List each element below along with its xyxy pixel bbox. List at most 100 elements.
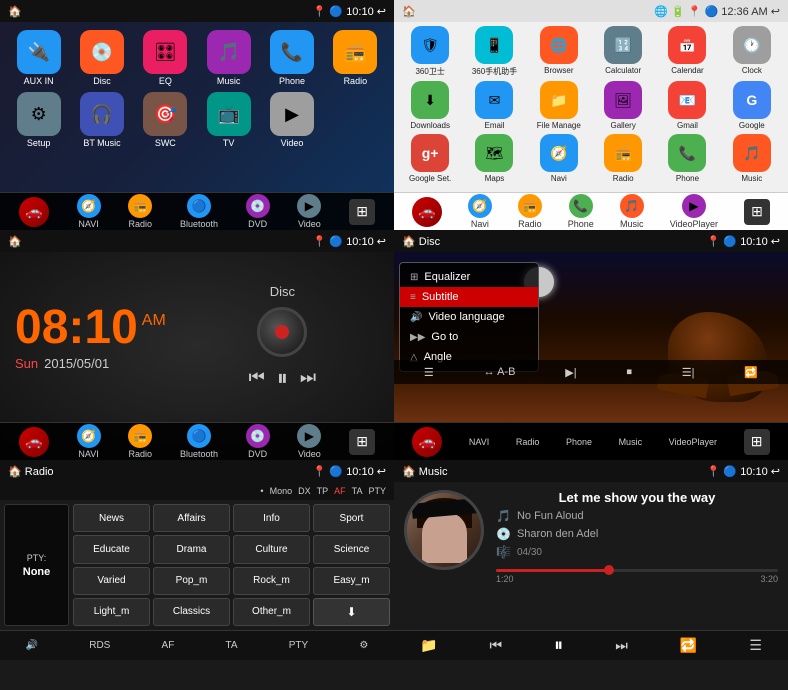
genre-easy-m[interactable]: Easy_m <box>313 567 390 595</box>
nav-phone-p2[interactable]: 📞 Phone <box>568 194 594 229</box>
dvd-repeat-button[interactable]: 🔁 <box>744 366 758 379</box>
genre-drama[interactable]: Drama <box>153 535 230 563</box>
progress-dot[interactable] <box>604 565 614 575</box>
app-bt-music[interactable]: 🎧BT Music <box>73 92 130 148</box>
dvd-repeat-ab[interactable]: ↔ A-B <box>484 366 516 378</box>
genre-sport[interactable]: Sport <box>313 504 390 532</box>
app-swc[interactable]: 🎯SWC <box>137 92 194 148</box>
nav-video-p3[interactable]: ▶ Video <box>297 424 321 459</box>
nav-navi-p1[interactable]: 🧭 NAVI <box>77 194 101 229</box>
next-button[interactable]: ⏭ <box>300 367 316 388</box>
app-phone[interactable]: 📞Phone <box>263 30 320 86</box>
dvd-next-chapter[interactable]: ▶| <box>565 366 576 379</box>
dvd-list-button[interactable]: ☰| <box>682 366 695 379</box>
language-icon: 🔊 <box>410 312 422 323</box>
app-gmail[interactable]: 📧Gmail <box>657 81 717 130</box>
nav-navi-p3[interactable]: 🧭 NAVI <box>77 424 101 459</box>
app-music-p2[interactable]: 🎵Music <box>722 134 782 183</box>
app-disc[interactable]: 💿Disc <box>73 30 130 86</box>
time-p3: 10:10 <box>346 236 374 248</box>
car-button-p3[interactable]: 🚗 <box>19 427 49 457</box>
music-prev-button[interactable]: ⏮ <box>490 637 503 654</box>
nav-videoplayer-p2[interactable]: ▶ VideoPlayer <box>670 194 718 229</box>
nav-music-p2[interactable]: 🎵 Music <box>620 194 644 229</box>
nav-navi-p2[interactable]: 🧭 Navi <box>468 194 492 229</box>
app-eq[interactable]: 🎛EQ <box>137 30 194 86</box>
genre-classics[interactable]: Classics <box>153 598 230 626</box>
app-clock[interactable]: 🕐Clock <box>722 26 782 77</box>
grid-button-p1[interactable]: ⊞ <box>349 199 375 225</box>
app-video[interactable]: ▶Video <box>263 92 320 148</box>
genre-rock-m[interactable]: Rock_m <box>233 567 310 595</box>
grid-button-p3[interactable]: ⊞ <box>349 429 375 455</box>
dvd-menu-button[interactable]: ☰ <box>424 366 434 379</box>
home-icon-p4: 🏠 Disc <box>402 235 440 248</box>
app-radio-p2[interactable]: 📻Radio <box>593 134 653 183</box>
genre-other-m[interactable]: Other_m <box>233 598 310 626</box>
dvd-stop-button[interactable]: ⏹ <box>626 366 632 379</box>
menu-subtitle[interactable]: ≡ Subtitle <box>400 287 538 307</box>
app-music[interactable]: 🎵Music <box>200 30 257 86</box>
vol-icon[interactable]: 🔊 <box>26 640 38 651</box>
app-navi[interactable]: 🧭Navi <box>529 134 589 183</box>
pty-button[interactable]: PTY <box>289 640 308 651</box>
progress-bar[interactable]: 1:20 3:20 <box>496 569 778 584</box>
nav-bluetooth-p1[interactable]: 🔵 Bluetooth <box>180 194 218 229</box>
app-maps[interactable]: 🗺Maps <box>464 134 524 183</box>
nav-dvd-p1[interactable]: 💿 DVD <box>246 194 270 229</box>
app-calculator[interactable]: 🔢Calculator <box>593 26 653 77</box>
music-play-button[interactable]: ⏸ <box>554 635 563 656</box>
ta-button[interactable]: TA <box>226 640 238 651</box>
app-file-manage[interactable]: 📁File Manage <box>529 81 589 130</box>
app-email[interactable]: ✉Email <box>464 81 524 130</box>
music-list-button[interactable]: ☰ <box>749 637 762 654</box>
app-google[interactable]: GGoogle <box>722 81 782 130</box>
video-background: ⊞ Equalizer ≡ Subtitle 🔊 Video language … <box>394 252 788 422</box>
menu-equalizer[interactable]: ⊞ Equalizer <box>400 267 538 287</box>
music-folder-button[interactable]: 📁 <box>420 637 437 654</box>
nav-radio-p1[interactable]: 📻 Radio <box>128 194 152 229</box>
music-repeat-button[interactable]: 🔁 <box>680 637 697 654</box>
app-google-settings[interactable]: g+Google Set. <box>400 134 460 183</box>
genre-varied[interactable]: Varied <box>73 567 150 595</box>
music-next-button[interactable]: ⏭ <box>615 637 628 654</box>
grid-button-p2[interactable]: ⊞ <box>744 199 770 225</box>
car-button-p2[interactable]: 🚗 <box>412 197 442 227</box>
rds-button[interactable]: RDS <box>89 640 110 651</box>
album-name: Sharon den Adel <box>517 528 598 540</box>
app-aux[interactable]: 🔌AUX IN <box>10 30 67 86</box>
genre-affairs[interactable]: Affairs <box>153 504 230 532</box>
af-button[interactable]: AF <box>162 640 175 651</box>
nav-radio-p3[interactable]: 📻 Radio <box>128 424 152 459</box>
menu-goto[interactable]: ▶▶ Go to <box>400 327 538 347</box>
app-downloads[interactable]: ⬇Downloads <box>400 81 460 130</box>
genre-pop-m[interactable]: Pop_m <box>153 567 230 595</box>
nav-radio-p2[interactable]: 📻 Radio <box>518 194 542 229</box>
menu-video-language[interactable]: 🔊 Video language <box>400 307 538 327</box>
app-tv[interactable]: 📺TV <box>200 92 257 148</box>
genre-educate[interactable]: Educate <box>73 535 150 563</box>
app-360-helper[interactable]: 📱360手机助手 <box>464 26 524 77</box>
nav-video-p1[interactable]: ▶ Video <box>297 194 321 229</box>
genre-info[interactable]: Info <box>233 504 310 532</box>
grid-button-p4[interactable]: ⊞ <box>744 429 770 455</box>
car-button-p1[interactable]: 🚗 <box>19 197 49 227</box>
genre-science[interactable]: Science <box>313 535 390 563</box>
app-setup[interactable]: ⚙Setup <box>10 92 67 148</box>
car-button-p4[interactable]: 🚗 <box>412 427 442 457</box>
genre-news[interactable]: News <box>73 504 150 532</box>
nav-dvd-p3[interactable]: 💿 DVD <box>246 424 270 459</box>
prev-button[interactable]: ⏮ <box>249 367 265 388</box>
app-phone-p2[interactable]: 📞Phone <box>657 134 717 183</box>
nav-bluetooth-p3[interactable]: 🔵 Bluetooth <box>180 424 218 459</box>
app-gallery[interactable]: 🖼Gallery <box>593 81 653 130</box>
app-radio[interactable]: 📻Radio <box>327 30 384 86</box>
play-pause-button[interactable]: ⏸ <box>277 365 288 391</box>
app-360[interactable]: 🛡360卫士 <box>400 26 460 77</box>
genre-culture[interactable]: Culture <box>233 535 310 563</box>
settings-icon[interactable]: ⚙ <box>359 640 368 651</box>
app-browser[interactable]: 🌐Browser <box>529 26 589 77</box>
genre-down-button[interactable]: ⬇ <box>313 598 390 626</box>
genre-light-m[interactable]: Light_m <box>73 598 150 626</box>
app-calendar[interactable]: 📅Calendar <box>657 26 717 77</box>
